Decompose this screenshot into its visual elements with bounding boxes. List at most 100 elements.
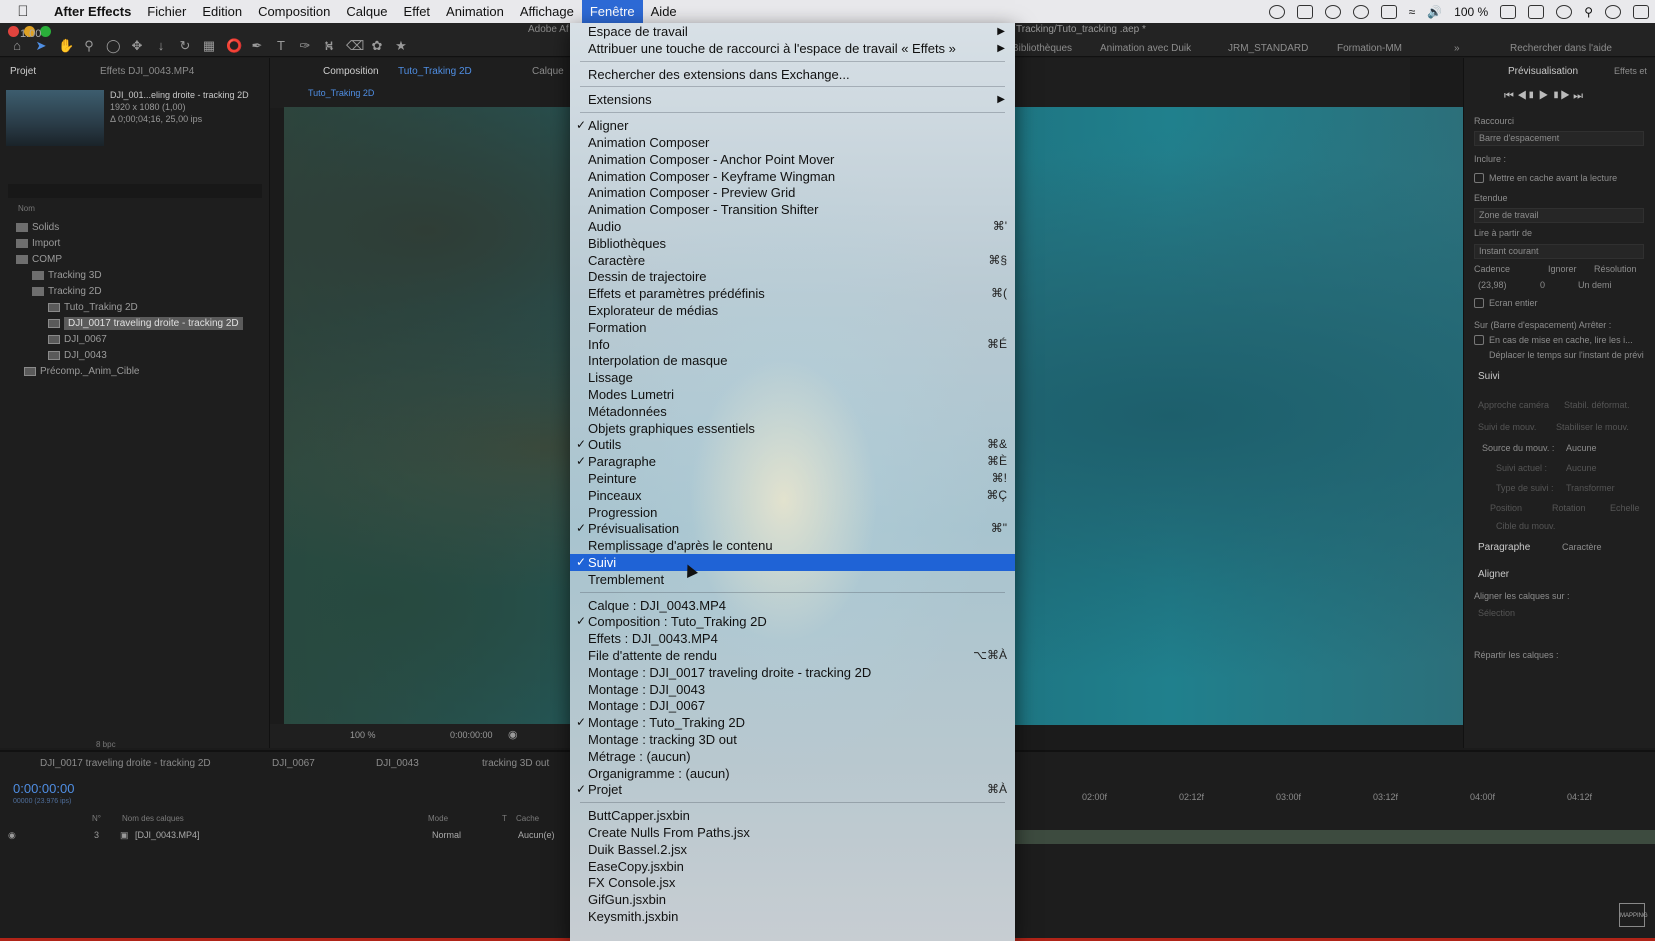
tab-composition-name[interactable]: Tuto_Traking 2D (398, 66, 472, 77)
menu-item-pinceaux[interactable]: Pinceaux ⌘Ç (570, 487, 1015, 504)
pan-tool-icon[interactable]: ✥ (130, 39, 144, 53)
menu-item-attribuer-une-touche-de-raccourci-a-l-es[interactable]: Attribuer une touche de raccourci à l'es… (570, 40, 1015, 57)
dolly-tool-icon[interactable]: ↓ (154, 39, 168, 53)
project-tree-item[interactable]: Tracking 3D (0, 268, 270, 284)
menu-item-audio[interactable]: Audio ⌘' (570, 218, 1015, 235)
layer-duration-bar[interactable] (1015, 830, 1655, 844)
project-tree-item[interactable]: Tracking 2D (0, 284, 270, 300)
menu-aide[interactable]: Aide (643, 0, 685, 23)
search-icon[interactable]: ⚲ (1584, 5, 1593, 19)
project-tree-item[interactable]: Tuto_Traking 2D (0, 300, 270, 316)
menu-item-previsualisation[interactable]: ✓ Prévisualisation ⌘" (570, 520, 1015, 537)
preview-transport-controls[interactable]: ⏮ ◀▮ ▶ ▮▶ ⏭ (1504, 90, 1583, 103)
menu-item-caractere[interactable]: Caractère ⌘§ (570, 252, 1015, 269)
menu-fenetre[interactable]: Fenêtre (581, 0, 643, 23)
tab-calque[interactable]: Calque (532, 66, 564, 77)
stabiliser-mouv-button[interactable]: Stabiliser le mouv. (1556, 422, 1629, 432)
menu-calque[interactable]: Calque (338, 0, 395, 23)
eye-icon[interactable]: ◉ (8, 830, 16, 841)
menu-item-animation-composer-transition-shifter[interactable]: Animation Composer - Transition Shifter (570, 201, 1015, 218)
type-suivi-select[interactable]: Transformer (1566, 483, 1615, 493)
menu-item-animation-composer-keyframe-wingman[interactable]: Animation Composer - Keyframe Wingman (570, 168, 1015, 185)
menu-item-tremblement[interactable]: Tremblement (570, 571, 1015, 588)
cadence-select[interactable]: (23,98) (1478, 280, 1507, 290)
menu-item-animation-composer[interactable]: Animation Composer (570, 134, 1015, 151)
menu-item-montage-dji-0043[interactable]: Montage : DJI_0043 (570, 681, 1015, 698)
tab-project[interactable]: Projet (10, 66, 36, 77)
clone-tool-icon[interactable]: ⛕ (322, 39, 336, 53)
wifi-icon[interactable]: ≈ (1409, 5, 1416, 19)
status-app-icon[interactable] (1268, 4, 1285, 19)
menu-item-extensions[interactable]: Extensions ▶ (570, 91, 1015, 108)
hand-tool-icon[interactable]: ✋ (58, 39, 74, 53)
project-tree-item[interactable]: Import (0, 236, 270, 252)
search-help[interactable]: Rechercher dans l'aide (1510, 43, 1612, 54)
menu-item-metrage-aucun[interactable]: Métrage : (aucun) (570, 748, 1015, 765)
keyboard-icon[interactable] (1528, 4, 1545, 19)
ellipse-tool-icon[interactable]: ⭕ (226, 39, 242, 53)
position-checkbox[interactable]: Position (1490, 503, 1522, 513)
menu-item-keysmith-jsxbin[interactable]: Keysmith.jsxbin (570, 908, 1015, 925)
menu-item-suivi[interactable]: ✓ Suivi (570, 554, 1015, 571)
rotate-tool-icon[interactable]: ↻ (178, 39, 192, 53)
menu-item-lissage[interactable]: Lissage (570, 369, 1015, 386)
menu-item-fx-console-jsx[interactable]: FX Console.jsx (570, 874, 1015, 891)
roto-tool-icon[interactable]: ✿ (370, 39, 384, 53)
orbit-tool-icon[interactable]: ◯ (106, 39, 121, 53)
workspace-formation[interactable]: Formation-MM (1337, 43, 1402, 54)
rotation-checkbox[interactable]: Rotation (1552, 503, 1586, 513)
tab-caractere[interactable]: Caractère (1562, 542, 1602, 552)
raccourci-select[interactable]: Barre d'espacement (1474, 131, 1644, 146)
workspace-jrm[interactable]: JRM_STANDARD (1228, 43, 1308, 54)
selected-item-name[interactable]: DJI_001...eling droite - tracking 2D (110, 90, 249, 100)
ignorer-select[interactable]: 0 (1540, 280, 1545, 290)
volume-icon[interactable]: 🔊 (1427, 5, 1442, 19)
display-icon[interactable] (1296, 4, 1313, 19)
menu-item-explorateur-de-medias[interactable]: Explorateur de médias (570, 302, 1015, 319)
approche-camera-button[interactable]: Approche caméra (1478, 400, 1549, 410)
zoom-tool-icon[interactable]: ⚲ (82, 39, 96, 53)
tab-effects-presets[interactable]: Effets et (1614, 66, 1647, 76)
pen-tool-icon[interactable]: ✒ (250, 39, 264, 53)
menu-item-aligner[interactable]: ✓ Aligner (570, 117, 1015, 134)
menu-composition[interactable]: Composition (250, 0, 338, 23)
menu-item-duik-bassel-2-jsx[interactable]: Duik Bassel.2.jsx (570, 841, 1015, 858)
fullscreen-checkbox[interactable] (1474, 298, 1484, 308)
etendue-select[interactable]: Zone de travail (1474, 208, 1644, 223)
cache-checkbox[interactable] (1474, 173, 1484, 183)
window-close-button[interactable] (8, 26, 19, 37)
tab-effects-controls[interactable]: Effets DJI_0043.MP4 (100, 66, 194, 77)
project-tree-item[interactable]: DJI_0043 (0, 348, 270, 364)
menu-item-info[interactable]: Info ⌘É (570, 336, 1015, 353)
menu-item-progression[interactable]: Progression (570, 504, 1015, 521)
menu-item-modes-lumetri[interactable]: Modes Lumetri (570, 386, 1015, 403)
project-tree-item[interactable]: Solids (0, 220, 270, 236)
menu-item-animation-composer-anchor-point-mover[interactable]: Animation Composer - Anchor Point Mover (570, 151, 1015, 168)
menu-item-easecopy-jsxbin[interactable]: EaseCopy.jsxbin (570, 858, 1015, 875)
menu-item-effets-et-parametres-predefinis[interactable]: Effets et paramètres prédéfinis ⌘( (570, 285, 1015, 302)
menu-item-montage-dji-0067[interactable]: Montage : DJI_0067 (570, 697, 1015, 714)
menu-item-gifgun-jsxbin[interactable]: GifGun.jsxbin (570, 891, 1015, 908)
menu-item-objets-graphiques-essentiels[interactable]: Objets graphiques essentiels (570, 420, 1015, 437)
menu-item-montage-tracking-3d-out[interactable]: Montage : tracking 3D out (570, 731, 1015, 748)
brush-tool-icon[interactable]: ✑ (298, 39, 312, 53)
viewer-time[interactable]: 0:00:00:00 (450, 730, 493, 740)
echelle-checkbox[interactable]: Echelle (1610, 503, 1640, 513)
menu-item-espace-de-travail[interactable]: Espace de travail ▶ (570, 23, 1015, 40)
control-center-icon[interactable] (1633, 4, 1649, 19)
en-cas-checkbox[interactable] (1474, 335, 1484, 345)
workspace-more-icon[interactable]: » (1454, 43, 1460, 54)
menu-item-dessin-de-trajectoire[interactable]: Dessin de trajectoire (570, 268, 1015, 285)
menu-item-formation[interactable]: Formation (570, 319, 1015, 336)
layer-mode-select[interactable]: Normal (432, 830, 461, 840)
project-search-input[interactable] (8, 184, 262, 198)
menu-item-paragraphe[interactable]: ✓ Paragraphe ⌘È (570, 453, 1015, 470)
menu-fichier[interactable]: Fichier (139, 0, 194, 23)
menu-app-name[interactable]: After Effects (46, 0, 139, 23)
project-tree-item[interactable]: Précomp._Anim_Cible (0, 364, 270, 380)
stabil-deformat-button[interactable]: Stabil. déformat. (1564, 400, 1630, 410)
tab-preview[interactable]: Prévisualisation (1508, 66, 1578, 77)
source-select[interactable]: Aucune (1566, 443, 1597, 453)
timeline-tab-tracking3d[interactable]: tracking 3D out (482, 758, 549, 769)
menu-item-montage-dji-0017-traveling-droite-tracki[interactable]: Montage : DJI_0017 traveling droite - tr… (570, 664, 1015, 681)
